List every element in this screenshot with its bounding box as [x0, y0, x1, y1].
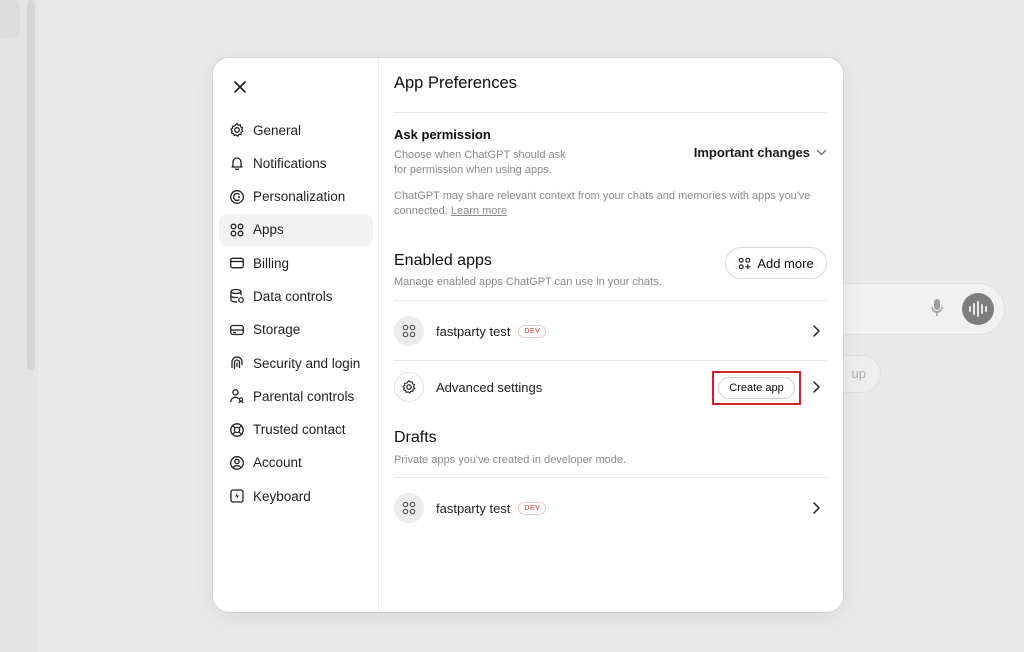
- ask-permission-selected: Important changes: [693, 145, 810, 160]
- storage-icon: [229, 322, 245, 338]
- keyboard-icon: [229, 488, 245, 504]
- nav-label-billing: Billing: [253, 255, 290, 271]
- app-avatar: [394, 316, 424, 346]
- nav-label-general: General: [253, 122, 302, 138]
- add-more-label: Add more: [757, 255, 814, 271]
- nav-item-data-controls[interactable]: Data controls: [219, 280, 373, 312]
- bell-icon: [229, 155, 245, 171]
- nav-label-parental: Parental controls: [253, 388, 355, 404]
- nav-label-trusted-contact: Trusted contact: [253, 422, 346, 438]
- draft-app-name: fastparty test: [436, 500, 511, 516]
- nav-label-storage: Storage: [253, 322, 301, 338]
- background-scrollbar: [27, 0, 35, 370]
- ask-permission-description: Choose when ChatGPT should ask for permi…: [394, 149, 566, 176]
- parental-icon: [229, 388, 245, 404]
- draft-app-row[interactable]: fastparty test DEV: [394, 478, 827, 538]
- ask-permission-title: Ask permission: [394, 127, 491, 142]
- user-circle-icon: [229, 455, 245, 471]
- enabled-apps-title: Enabled apps: [394, 252, 492, 269]
- voice-mode-icon: [962, 293, 994, 325]
- nav-item-apps[interactable]: Apps: [219, 213, 373, 246]
- apps-grid-icon: [229, 222, 245, 238]
- app-name: fastparty test: [436, 323, 511, 339]
- dev-badge: DEV: [518, 501, 547, 515]
- fingerprint-icon: [229, 355, 245, 371]
- nav-item-security[interactable]: Security and login: [219, 347, 373, 379]
- nav-item-notifications[interactable]: Notifications: [219, 147, 373, 179]
- apps-plus-icon: [739, 257, 751, 269]
- nav-item-billing[interactable]: Billing: [219, 247, 373, 279]
- chevron-down-icon: [816, 149, 827, 156]
- drafts-description: Private apps you've created in developer…: [394, 454, 627, 466]
- chevron-right-icon: [813, 502, 820, 514]
- background-pill-label: up: [851, 366, 866, 381]
- add-more-button[interactable]: Add more: [725, 247, 827, 279]
- divider: [394, 112, 827, 113]
- nav-label-account: Account: [253, 455, 302, 471]
- nav-item-account[interactable]: Account: [219, 447, 373, 479]
- advanced-settings-row[interactable]: Advanced settings Create app: [394, 357, 827, 417]
- settings-content: App Preferences Ask permission Choose wh…: [394, 58, 827, 612]
- enabled-app-row[interactable]: fastparty test DEV: [394, 301, 827, 361]
- nav-item-keyboard[interactable]: Keyboard: [219, 480, 373, 512]
- ask-permission-note: ChatGPT may share relevant context from …: [394, 189, 827, 219]
- gear-icon: [402, 380, 416, 394]
- nav-label-apps: Apps: [253, 222, 284, 238]
- create-app-label: Create app: [729, 382, 784, 394]
- drafts-title: Drafts: [394, 429, 437, 446]
- nav-item-general[interactable]: General: [219, 114, 373, 146]
- nav-label-data-controls: Data controls: [253, 288, 333, 304]
- nav-label-notifications: Notifications: [253, 155, 327, 171]
- dev-badge: DEV: [518, 324, 547, 338]
- create-app-button[interactable]: Create app: [718, 377, 795, 399]
- database-icon: [229, 288, 245, 304]
- ask-permission-dropdown[interactable]: Important changes: [694, 145, 827, 160]
- chevron-right-icon: [813, 325, 820, 337]
- settings-sidebar: General Notifications Personalization Ap…: [213, 58, 379, 612]
- personalization-icon: [229, 189, 245, 205]
- nav-item-trusted-contact[interactable]: Trusted contact: [219, 414, 373, 446]
- advanced-settings-avatar: [394, 372, 424, 402]
- nav-label-personalization: Personalization: [253, 189, 346, 205]
- advanced-settings-label: Advanced settings: [436, 379, 543, 395]
- nav-item-personalization[interactable]: Personalization: [219, 181, 373, 213]
- gear-icon: [229, 122, 245, 138]
- nav-item-parental[interactable]: Parental controls: [219, 380, 373, 412]
- settings-nav: General Notifications Personalization Ap…: [219, 114, 373, 514]
- settings-modal: General Notifications Personalization Ap…: [213, 58, 843, 612]
- chevron-right-icon: [813, 381, 820, 393]
- app-avatar: [394, 493, 424, 523]
- create-app-highlight: Create app: [712, 371, 801, 405]
- close-button[interactable]: [229, 76, 251, 98]
- close-icon: [234, 81, 246, 93]
- apps-grid-icon: [402, 324, 416, 338]
- microphone-icon: [930, 298, 946, 320]
- nav-label-security: Security and login: [253, 355, 361, 371]
- learn-more-link[interactable]: Learn more: [451, 205, 507, 217]
- background-sidebar-item: [0, 0, 20, 38]
- page-title: App Preferences: [394, 74, 517, 92]
- nav-item-storage[interactable]: Storage: [219, 314, 373, 346]
- lifebuoy-icon: [229, 422, 245, 438]
- apps-grid-icon: [402, 501, 416, 515]
- credit-card-icon: [229, 255, 245, 271]
- enabled-apps-description: Manage enabled apps ChatGPT can use in y…: [394, 276, 662, 288]
- nav-label-keyboard: Keyboard: [253, 488, 311, 504]
